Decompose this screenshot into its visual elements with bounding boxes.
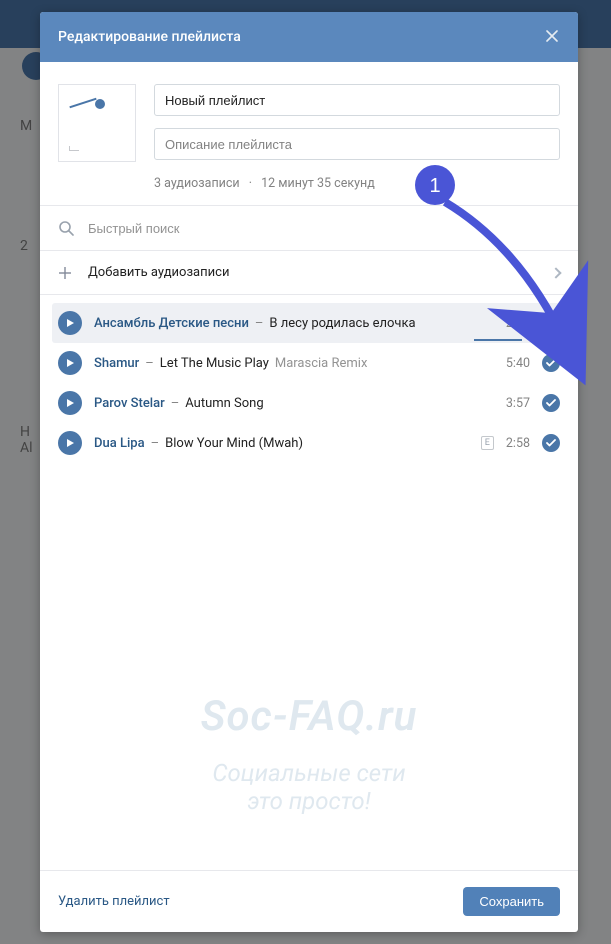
watermark-line: Социальные сети (40, 759, 578, 787)
separator-dash: – (145, 356, 154, 371)
track-select-toggle[interactable] (542, 314, 560, 332)
watermark-line: это просто! (40, 787, 578, 815)
track-duration: 3:57 (506, 396, 530, 411)
play-icon[interactable] (58, 311, 82, 335)
duration-count: 12 минут 35 секунд (261, 176, 375, 191)
playlist-cover[interactable] (58, 84, 136, 162)
search-row (40, 206, 578, 251)
play-icon[interactable] (58, 351, 82, 375)
track-duration: 2:09 (506, 316, 530, 331)
track-artist: Shamur (94, 356, 139, 371)
close-icon[interactable] (546, 29, 558, 45)
playlist-counts: 3 аудиозаписи · 12 минут 35 секунд (154, 172, 560, 191)
cover-decor (95, 99, 105, 109)
delete-playlist-link[interactable]: Удалить плейлист (58, 894, 170, 909)
track-info: Shamur–Let The Music Play Marascia Remix (94, 356, 494, 371)
playlist-name-input[interactable] (154, 84, 560, 116)
track-artist: Ансамбль Детские песни (94, 316, 249, 331)
watermark: Soc-FAQ.ru Социальные сети это просто! (40, 692, 578, 815)
search-icon (58, 220, 74, 236)
track-info: Dua Lipa–Blow Your Mind (Mwah) (94, 436, 469, 451)
quick-search-input[interactable] (88, 221, 560, 236)
track-duration: 2:58 (506, 436, 530, 451)
track-row[interactable]: Shamur–Let The Music Play Marascia Remix 5… (52, 343, 566, 383)
track-remix: Marascia Remix (275, 356, 368, 371)
track-row[interactable]: Ансамбль Детские песни–В лесу родилась е… (52, 303, 566, 343)
chevron-right-icon (550, 267, 561, 278)
track-info: Ансамбль Детские песни–В лесу родилась е… (94, 316, 494, 331)
separator-dash: – (171, 396, 180, 411)
playlist-description-input[interactable] (154, 128, 560, 160)
track-title: Let The Music Play (160, 356, 269, 371)
track-title: Blow Your Mind (Mwah) (165, 436, 303, 451)
dialog-header: Редактирование плейлиста (40, 12, 578, 62)
play-icon[interactable] (58, 391, 82, 415)
track-count: 3 аудиозаписи (154, 176, 240, 191)
playlist-meta: 3 аудиозаписи · 12 минут 35 секунд (40, 62, 578, 206)
cover-decor (69, 146, 79, 151)
track-title: Autumn Song (185, 396, 263, 411)
explicit-badge: E (481, 436, 494, 450)
track-title: В лесу родилась елочка (269, 316, 415, 331)
add-tracks-label: Добавить аудиозаписи (88, 265, 536, 280)
watermark-line: Soc-FAQ.ru (40, 692, 578, 741)
track-list: Ансамбль Детские песни–В лесу родилась е… (40, 295, 578, 463)
separator-dot: · (243, 176, 258, 191)
track-row[interactable]: Dua Lipa–Blow Your Mind (Mwah) E 2:58 (52, 423, 566, 463)
dialog-title: Редактирование плейлиста (58, 29, 241, 45)
track-duration: 5:40 (506, 356, 530, 371)
dialog-footer: Удалить плейлист Сохранить (40, 870, 578, 932)
track-artist: Parov Stelar (94, 396, 165, 411)
separator-dash: – (151, 436, 160, 451)
plus-icon (58, 266, 72, 280)
track-select-toggle[interactable] (542, 354, 560, 372)
track-info: Parov Stelar–Autumn Song (94, 396, 494, 411)
track-progress[interactable] (92, 339, 522, 341)
cover-decor (69, 98, 96, 109)
track-select-toggle[interactable] (542, 394, 560, 412)
track-row[interactable]: Parov Stelar–Autumn Song 3:57 (52, 383, 566, 423)
playlist-edit-dialog: Редактирование плейлиста 3 аудиозаписи ·… (40, 12, 578, 932)
save-button[interactable]: Сохранить (463, 887, 560, 916)
play-icon[interactable] (58, 431, 82, 455)
track-artist: Dua Lipa (94, 436, 145, 451)
separator-dash: – (255, 316, 264, 331)
add-tracks-row[interactable]: Добавить аудиозаписи (40, 251, 578, 295)
track-select-toggle[interactable] (542, 434, 560, 452)
